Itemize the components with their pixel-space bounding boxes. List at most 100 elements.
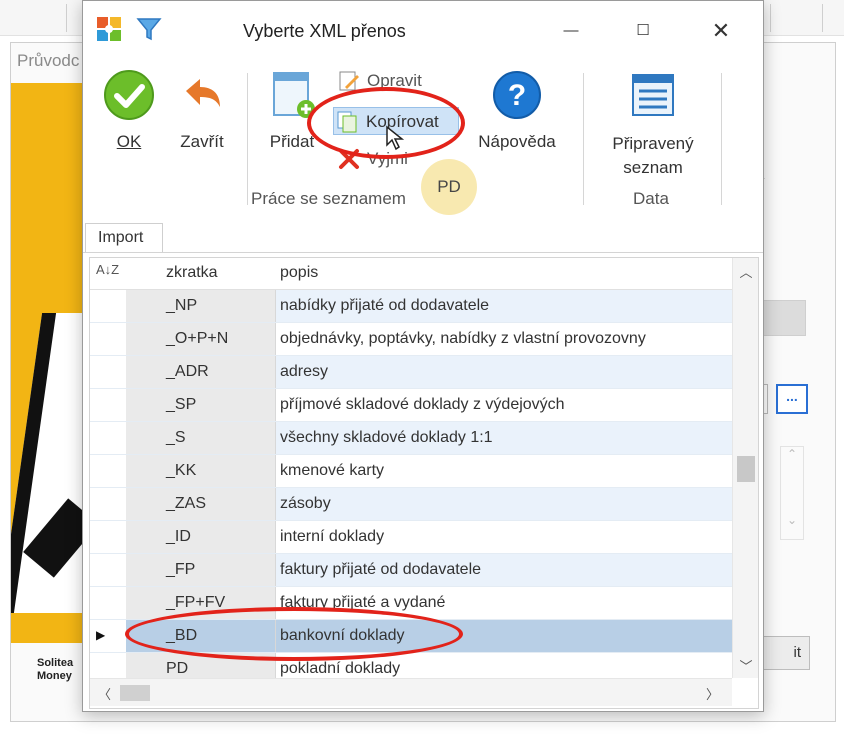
cell-description: faktury přijaté a vydané xyxy=(280,594,446,611)
ok-button[interactable]: OK xyxy=(99,69,159,152)
horizontal-scrollbar[interactable]: 〈 〉 xyxy=(90,678,732,706)
scroll-thumb[interactable] xyxy=(737,456,755,482)
cell-code: _NP xyxy=(126,290,276,322)
row-indicator xyxy=(90,455,126,487)
cell-description: kmenové karty xyxy=(280,462,385,479)
transfer-list-grid: A↓Z zkratka popis _NP nabídky přijaté od … xyxy=(89,257,759,709)
scroll-thumb[interactable] xyxy=(120,685,150,701)
wizard-banner-image xyxy=(11,83,87,643)
scroll-down-icon[interactable]: ﹀ xyxy=(733,656,758,675)
cell-code: _ID xyxy=(126,521,276,553)
table-row[interactable]: _FP faktury přijaté od dodavatele xyxy=(90,554,732,587)
app-puzzle-icon xyxy=(95,15,123,47)
tooltip-badge: PD xyxy=(421,159,477,215)
cell-description: bankovní doklady xyxy=(276,620,732,652)
minimize-button[interactable]: — xyxy=(549,11,593,51)
table-row[interactable]: _ADR adresy xyxy=(90,356,732,389)
add-button[interactable]: Přidat xyxy=(259,69,325,152)
ribbon-separator xyxy=(583,73,584,205)
list-grid-icon xyxy=(627,74,679,125)
ribbon-group-label: Práce se seznamem xyxy=(251,189,406,208)
grid-header: A↓Z zkratka popis xyxy=(90,258,732,290)
edit-pencil-icon xyxy=(337,69,361,102)
add-document-icon xyxy=(266,72,318,125)
cell-description: všechny skladové doklady 1:1 xyxy=(276,422,732,454)
cell-code: _S xyxy=(126,422,276,454)
row-indicator xyxy=(90,290,126,322)
xml-transfer-dialog: Vyberte XML přenos — ☐ ✕ OK Zavřít Přida… xyxy=(82,0,764,712)
row-indicator xyxy=(90,488,126,520)
undo-arrow-icon xyxy=(176,79,228,125)
column-header-description[interactable]: popis xyxy=(280,264,318,282)
close-button[interactable]: Zavřít xyxy=(169,69,235,152)
close-label: Zavřít xyxy=(180,132,224,151)
cell-description: interní doklady xyxy=(280,528,385,545)
cell-description: adresy xyxy=(276,356,732,388)
table-row[interactable]: _SP příjmové skladové doklady z výdejovýc… xyxy=(90,389,732,422)
logo-line: Money xyxy=(37,670,72,682)
cell-code: _ADR xyxy=(126,356,276,388)
cell-description: faktury přijaté od dodavatele xyxy=(276,554,732,586)
cell-code: _ZAS xyxy=(126,488,276,520)
current-row-arrow-icon: ▶ xyxy=(96,628,106,642)
cell-description: příjmové skladové doklady z výdejových xyxy=(280,396,565,413)
row-indicator xyxy=(90,554,126,586)
help-button[interactable]: ? Nápověda xyxy=(471,69,563,152)
row-indicator xyxy=(90,587,126,619)
table-row[interactable]: _S všechny skladové doklady 1:1 xyxy=(90,422,732,455)
edit-button[interactable]: Opravit xyxy=(335,67,475,95)
sort-az-icon[interactable]: A↓Z xyxy=(96,262,119,277)
ribbon-separator xyxy=(247,73,248,205)
dialog-titlebar: Vyberte XML přenos — ☐ ✕ xyxy=(83,1,763,61)
tab-import[interactable]: Import xyxy=(85,223,163,253)
ribbon-group-label: Data xyxy=(633,189,669,208)
cell-description: zásoby xyxy=(276,488,732,520)
background-window-title: Průvodc xyxy=(17,51,80,70)
checkmark-icon xyxy=(103,70,155,125)
filter-icon[interactable] xyxy=(135,15,163,47)
scroll-up-icon[interactable]: ︿ xyxy=(733,262,758,281)
cell-description: nabídky přijaté od dodavatele xyxy=(276,290,732,322)
taskbar-divider xyxy=(822,4,823,32)
table-row[interactable]: _ID interní doklady xyxy=(90,521,732,554)
column-header-code[interactable]: zkratka xyxy=(166,264,218,282)
table-row[interactable]: _FP+FV faktury přijaté a vydané xyxy=(90,587,732,620)
row-indicator xyxy=(90,422,126,454)
taskbar-divider xyxy=(770,4,771,32)
browse-button[interactable]: ... xyxy=(776,384,808,414)
ribbon-separator xyxy=(721,73,722,205)
table-row[interactable]: _O+P+N objednávky, poptávky, nabídky z vl… xyxy=(90,323,732,356)
scroll-left-icon[interactable]: 〈 xyxy=(98,684,111,703)
cell-description: objednávky, poptávky, nabídky z vlastní … xyxy=(280,330,646,347)
close-window-button[interactable]: ✕ xyxy=(699,11,743,51)
table-row[interactable]: _NP nabídky přijaté od dodavatele xyxy=(90,290,732,323)
tab-divider xyxy=(83,252,763,253)
taskbar-divider xyxy=(66,4,67,32)
prepared-list-button[interactable]: Připravený seznam xyxy=(595,69,711,180)
solitea-money-logo: Solitea Money xyxy=(37,657,73,683)
prepared-list-label-line: Připravený xyxy=(612,134,694,153)
copy-document-icon xyxy=(336,110,360,143)
row-indicator xyxy=(90,356,126,388)
edit-label: Opravit xyxy=(367,71,422,90)
cell-code: _FP+FV xyxy=(126,587,276,619)
cell-code: _KK xyxy=(126,455,276,487)
logo-line: Solitea xyxy=(37,657,74,669)
cell-code: _SP xyxy=(126,389,276,421)
add-label: Přidat xyxy=(269,132,315,151)
delete-x-icon xyxy=(337,147,361,180)
table-row[interactable]: _ZAS zásoby xyxy=(90,488,732,521)
row-indicator: ▶ xyxy=(90,620,126,652)
help-question-icon: ? xyxy=(491,71,543,125)
scroll-right-icon[interactable]: 〉 xyxy=(706,684,719,703)
cell-code: _BD xyxy=(126,620,276,652)
table-row[interactable]: ▶ _BD bankovní doklady xyxy=(90,620,732,653)
row-indicator xyxy=(90,389,126,421)
dialog-title: Vyberte XML přenos xyxy=(243,21,406,41)
vertical-scrollbar[interactable]: ︿ ﹀ xyxy=(732,258,758,678)
background-scrollbar[interactable]: ⌃ ⌄ xyxy=(780,446,804,540)
table-row[interactable]: _KK kmenové karty xyxy=(90,455,732,488)
maximize-button[interactable]: ☐ xyxy=(621,11,665,51)
svg-text:?: ? xyxy=(508,79,526,112)
ok-label: OK xyxy=(116,132,142,151)
